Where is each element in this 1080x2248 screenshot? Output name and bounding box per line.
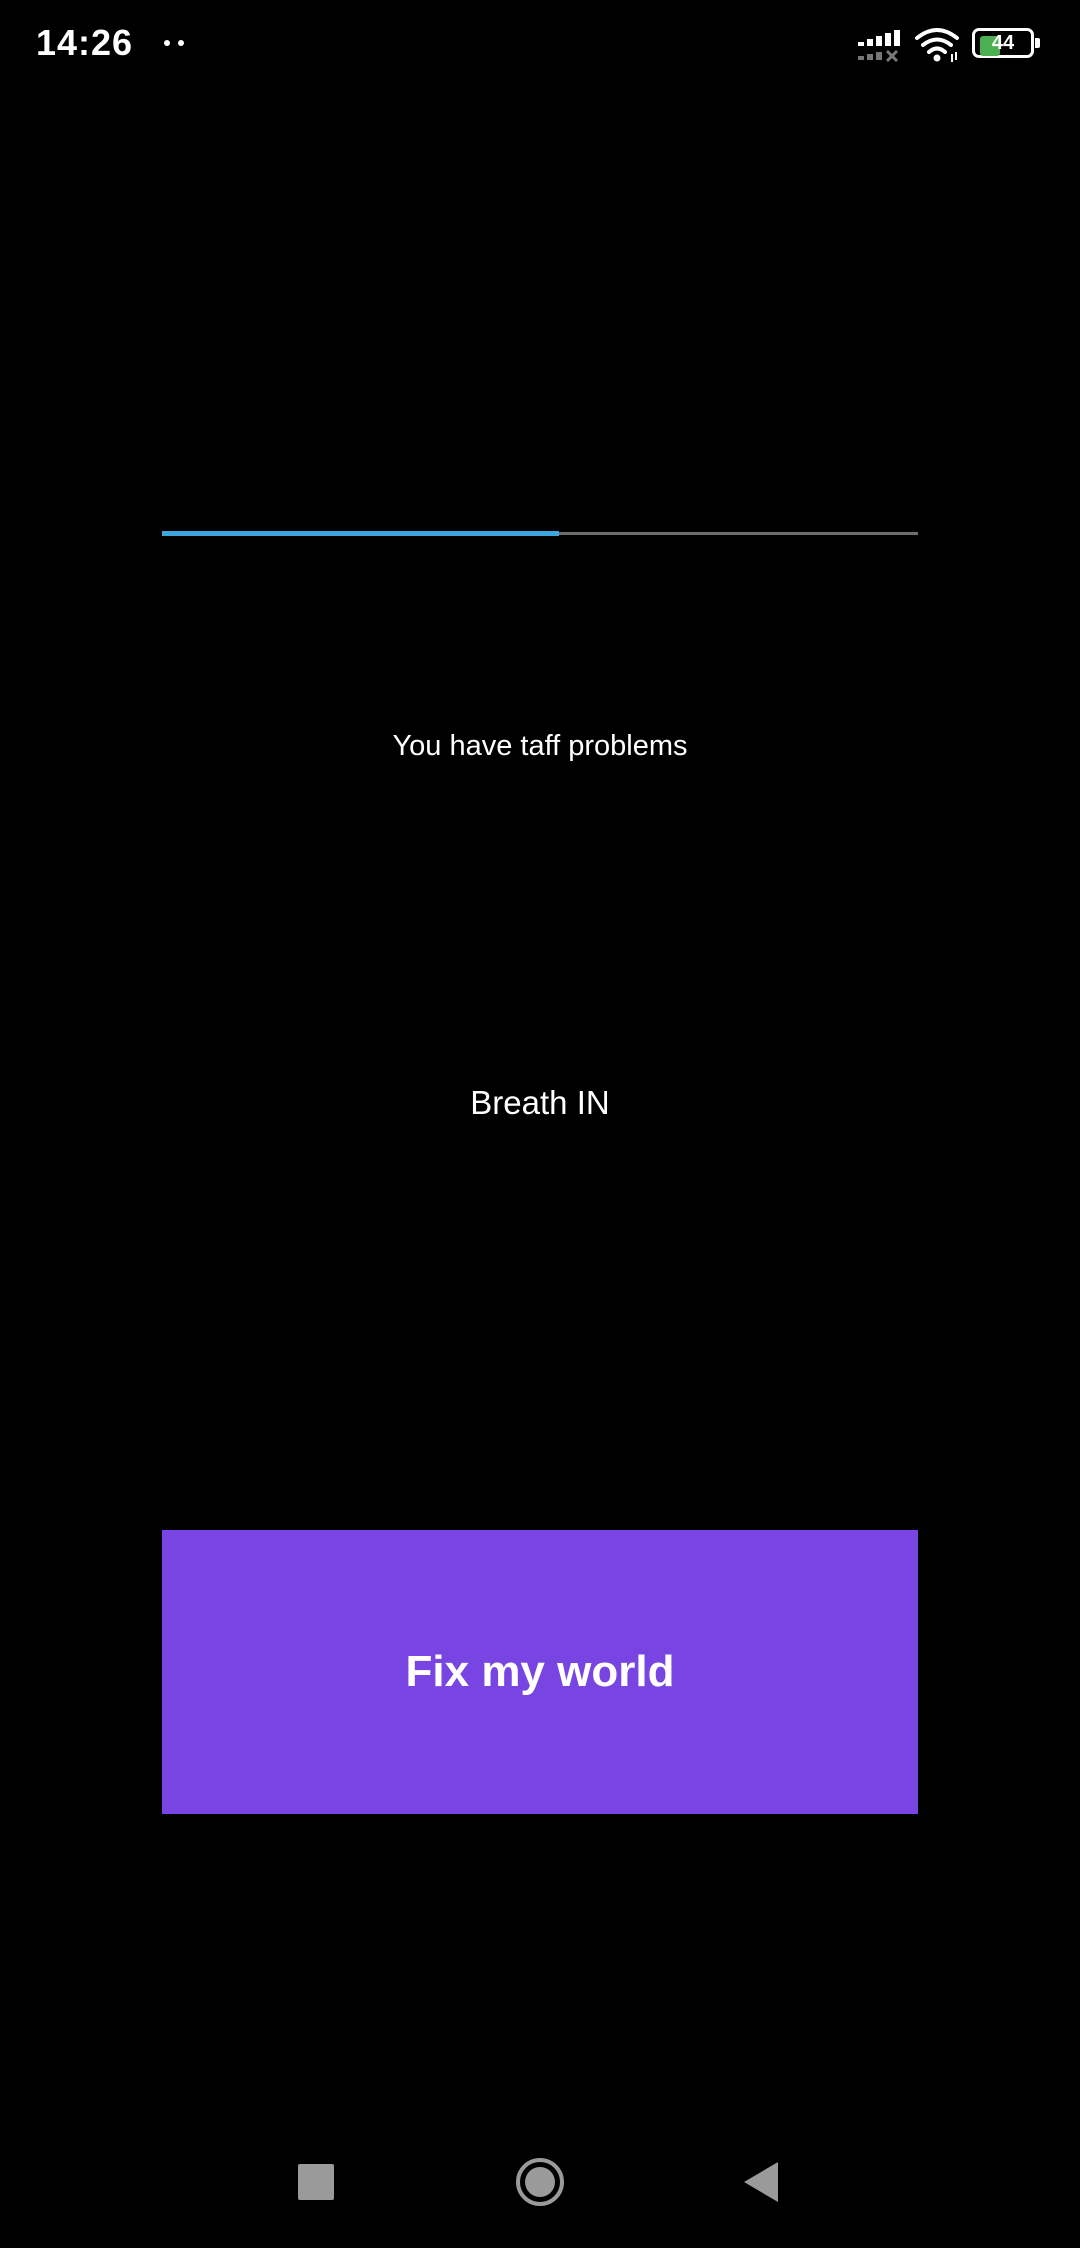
wifi-icon xyxy=(915,28,959,62)
back-icon[interactable] xyxy=(742,2160,780,2204)
signal-icon xyxy=(858,30,900,63)
status-time: 14:26 xyxy=(36,22,134,63)
home-icon[interactable] xyxy=(514,2156,566,2208)
battery-icon: 44 xyxy=(972,28,1042,60)
message-text: You have taff problems xyxy=(392,730,688,762)
breath-status-text: Breath IN xyxy=(470,1084,610,1121)
battery-level: 44 xyxy=(991,32,1015,54)
progress-bar xyxy=(162,531,918,536)
notification-dots-icon xyxy=(164,40,186,48)
progress-fill xyxy=(162,531,559,536)
navigation-bar xyxy=(0,2140,1080,2220)
status-bar: 14:26 44 xyxy=(0,0,1080,90)
recent-apps-icon[interactable] xyxy=(298,2164,334,2200)
fix-my-world-button[interactable]: Fix my world xyxy=(162,1530,918,1814)
